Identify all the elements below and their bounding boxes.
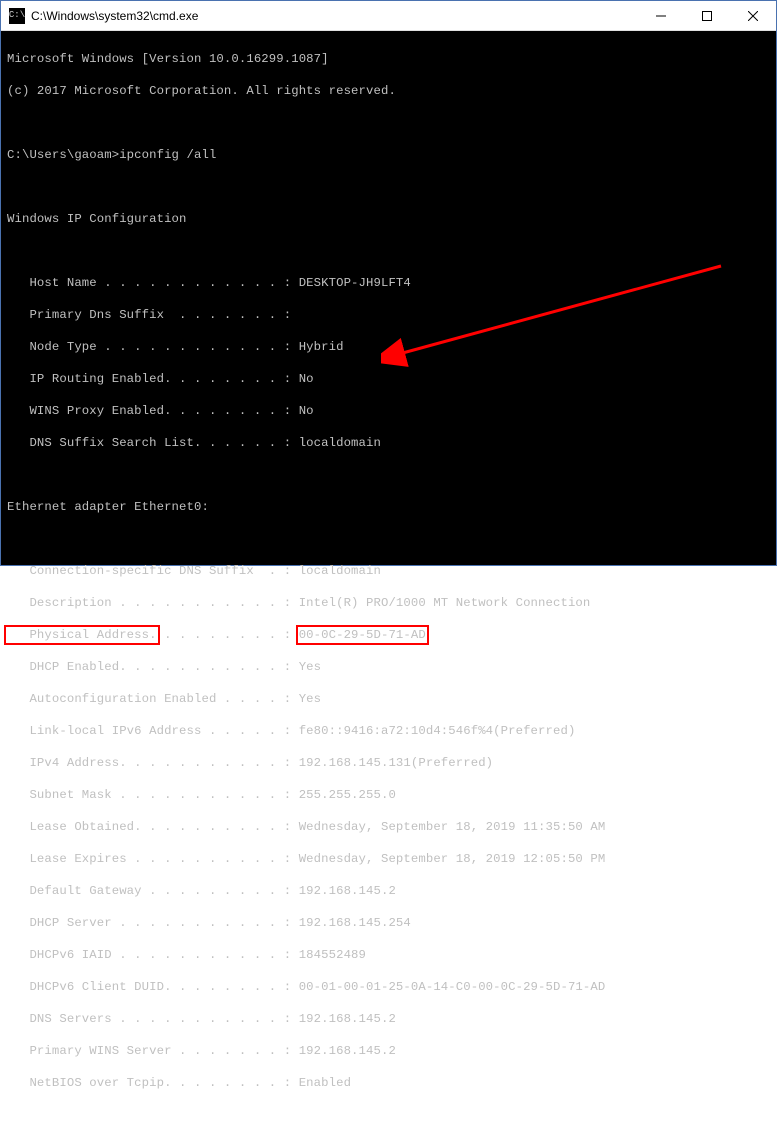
output-line: DNS Servers . . . . . . . . . . . : 192.… [7,1011,770,1027]
output-line: Connection-specific DNS Suffix . : local… [7,563,770,579]
maximize-button[interactable] [684,1,730,30]
output-line: Primary WINS Server . . . . . . . : 192.… [7,1043,770,1059]
output-line: DHCPv6 Client DUID. . . . . . . . : 00-0… [7,979,770,995]
cmd-icon: C:\ [9,8,25,24]
window-titlebar: C:\ C:\Windows\system32\cmd.exe [1,1,776,31]
output-line: Default Gateway . . . . . . . . . : 192.… [7,883,770,899]
output-line: Node Type . . . . . . . . . . . . : Hybr… [7,339,770,355]
output-line: DNS Suffix Search List. . . . . . : loca… [7,435,770,451]
output-line: IP Routing Enabled. . . . . . . . : No [7,371,770,387]
output-line: Lease Obtained. . . . . . . . . . : Wedn… [7,819,770,835]
output-line: Link-local IPv6 Address . . . . . : fe80… [7,723,770,739]
output-line: NetBIOS over Tcpip. . . . . . . . : Enab… [7,1075,770,1091]
prompt-line: C:\Users\gaoam>ipconfig /all [7,147,770,163]
output-line: IPv4 Address. . . . . . . . . . . : 192.… [7,755,770,771]
window-title: C:\Windows\system32\cmd.exe [31,9,638,23]
window-controls [638,1,776,30]
output-line: Lease Expires . . . . . . . . . . : Wedn… [7,851,770,867]
output-line: Subnet Mask . . . . . . . . . . . : 255.… [7,787,770,803]
output-line: Host Name . . . . . . . . . . . . : DESK… [7,275,770,291]
section-header: Ethernet adapter Ethernet0: [7,499,770,515]
section-header: Windows IP Configuration [7,211,770,227]
physical-address-label-highlight: Physical Address. [4,625,160,645]
terminal-output[interactable]: Microsoft Windows [Version 10.0.16299.10… [1,31,776,565]
banner-line: Microsoft Windows [Version 10.0.16299.10… [7,51,770,67]
output-line: DHCPv6 IAID . . . . . . . . . . . : 1845… [7,947,770,963]
physical-address-value-highlight: 00-0C-29-5D-71-AD [296,625,429,645]
banner-line: (c) 2017 Microsoft Corporation. All righ… [7,83,770,99]
output-line: Primary Dns Suffix . . . . . . . : [7,307,770,323]
physical-address-line: Physical Address. . . . . . . . . : 00-0… [7,627,770,643]
output-line: DHCP Server . . . . . . . . . . . : 192.… [7,915,770,931]
output-line: Autoconfiguration Enabled . . . . : Yes [7,691,770,707]
minimize-button[interactable] [638,1,684,30]
output-line: DHCP Enabled. . . . . . . . . . . : Yes [7,659,770,675]
output-line: WINS Proxy Enabled. . . . . . . . : No [7,403,770,419]
close-button[interactable] [730,1,776,30]
output-line: Description . . . . . . . . . . . : Inte… [7,595,770,611]
